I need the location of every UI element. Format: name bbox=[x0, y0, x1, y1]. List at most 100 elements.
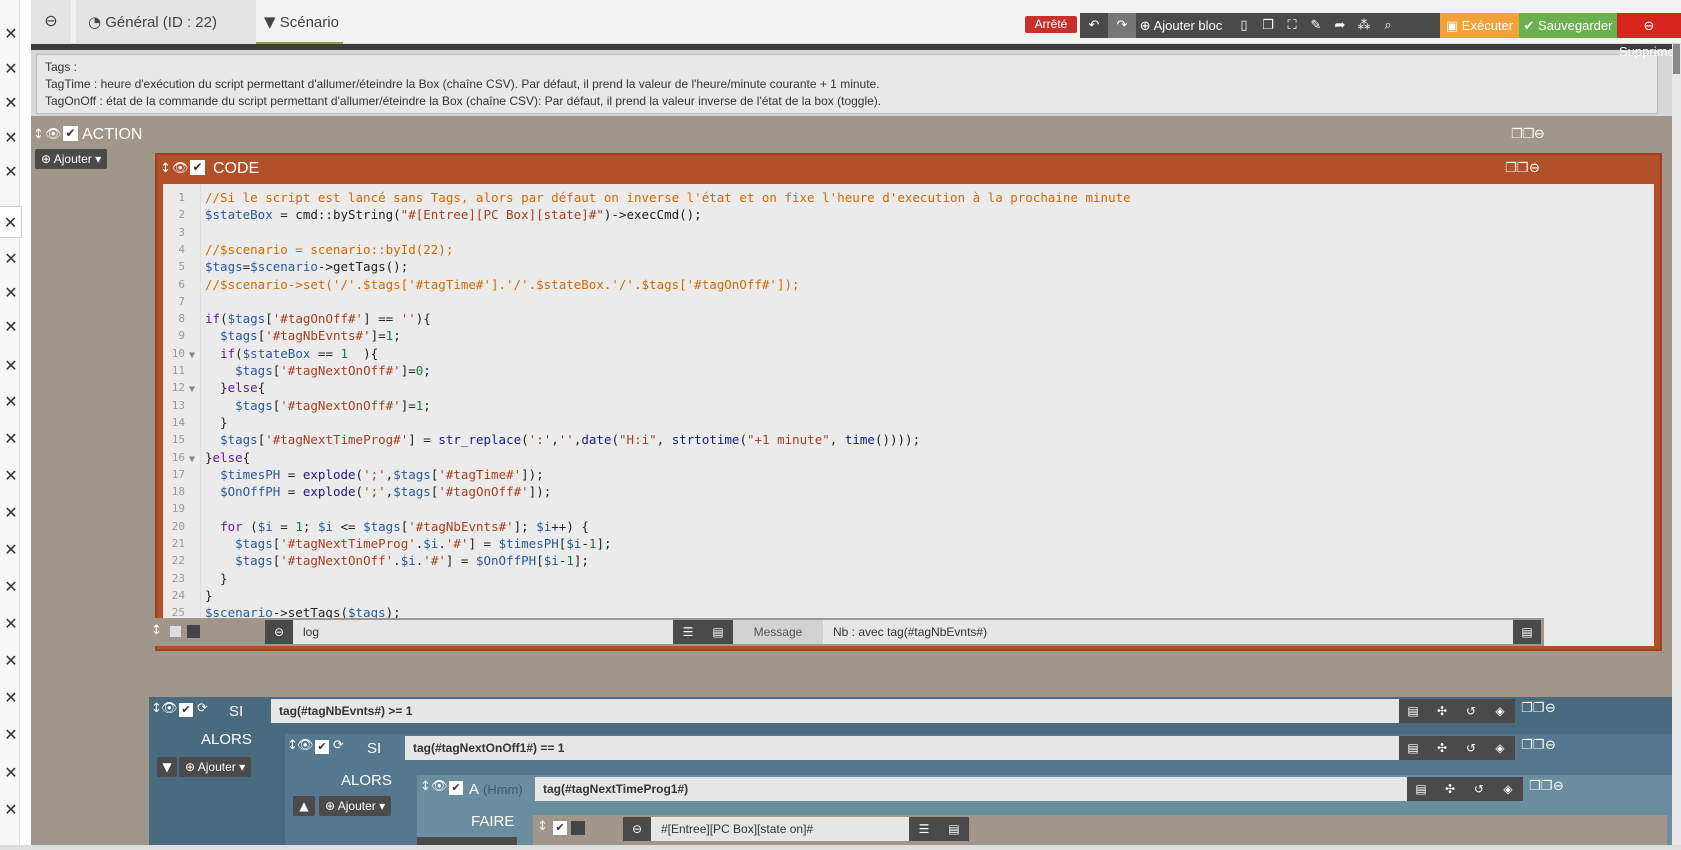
close-icon[interactable]: ✕ bbox=[2, 726, 20, 744]
remove-icon[interactable]: ⊖ bbox=[1545, 738, 1556, 753]
expand-icon[interactable]: ⛶ bbox=[1280, 13, 1304, 38]
drag-handle-icon[interactable]: ↕ bbox=[160, 155, 171, 183]
drag-handle-icon[interactable]: ↕ bbox=[33, 121, 44, 149]
command-input[interactable]: #[Entree][PC Box][state on]# bbox=[651, 817, 909, 841]
delete-button[interactable]: ⊖ Supprimer bbox=[1617, 13, 1681, 59]
close-icon[interactable]: ✕ bbox=[2, 94, 20, 112]
fold-arrow-icon[interactable]: ▼ bbox=[189, 381, 199, 399]
comment-textarea[interactable]: Tags : TagTime : heure d'exécution du sc… bbox=[36, 54, 1658, 114]
condition-input[interactable]: tag(#tagNbEvnts#) >= 1 bbox=[271, 699, 1399, 723]
list-icon[interactable]: ▤ bbox=[1513, 620, 1541, 644]
copy-icon[interactable]: ❐ bbox=[1256, 13, 1280, 38]
drag-handle-icon[interactable]: ↕ bbox=[151, 623, 162, 638]
tab-scenario[interactable]: ▼ Scénario bbox=[256, 0, 343, 44]
remove-icon[interactable]: ⊖ bbox=[1553, 779, 1564, 794]
cube-icon[interactable]: ◈ bbox=[1494, 777, 1522, 801]
checkbox-icon[interactable] bbox=[169, 625, 182, 638]
back-button[interactable]: ⊖ bbox=[31, 0, 71, 44]
fold-arrow-icon[interactable]: ▼ bbox=[189, 347, 199, 365]
eye-icon[interactable]: 👁 bbox=[431, 779, 448, 794]
refresh-icon[interactable]: ⟳ bbox=[197, 701, 208, 716]
close-icon[interactable]: ✕ bbox=[2, 541, 20, 559]
close-icon[interactable]: ✕ bbox=[2, 60, 20, 78]
copy-icon[interactable]: ❐❐ bbox=[1521, 738, 1544, 753]
cubes-icon[interactable]: ⁂ bbox=[1352, 13, 1376, 38]
close-icon[interactable]: ✕ bbox=[2, 801, 20, 819]
file-icon[interactable]: ▯ bbox=[1232, 13, 1256, 38]
checkbox-icon[interactable]: ✔ bbox=[63, 126, 78, 141]
eye-icon[interactable]: 👁 bbox=[172, 155, 189, 183]
close-icon[interactable]: ✕ bbox=[2, 615, 20, 633]
remove-icon[interactable]: ⊖ bbox=[1529, 155, 1540, 183]
copy-icon[interactable]: ❐❐ bbox=[1505, 155, 1528, 183]
close-icon[interactable]: ✕ bbox=[2, 393, 20, 411]
remove-action-button[interactable]: ⊖ bbox=[265, 620, 293, 644]
checkbox-icon[interactable] bbox=[187, 625, 200, 638]
close-icon[interactable]: ✕ bbox=[2, 689, 20, 707]
checkbox-icon[interactable]: ✔ bbox=[190, 160, 205, 175]
close-icon[interactable]: ✕ bbox=[2, 430, 20, 448]
search-icon[interactable]: ⌕ bbox=[1376, 13, 1400, 38]
list-icon[interactable]: ▤ bbox=[703, 620, 733, 644]
scrollbar[interactable] bbox=[1672, 44, 1681, 850]
close-icon[interactable]: ✕ bbox=[2, 578, 20, 596]
cube-icon[interactable]: ◈ bbox=[1486, 736, 1514, 760]
drag-handle-icon[interactable]: ↕ bbox=[537, 819, 548, 834]
close-icon[interactable]: ✕ bbox=[2, 357, 20, 375]
history-icon[interactable]: ↺ bbox=[1465, 777, 1493, 801]
collapse-button[interactable]: ▼ bbox=[157, 757, 177, 777]
tab-general[interactable]: ◔ Général (ID : 22) bbox=[76, 0, 256, 44]
share-icon[interactable]: ➦ bbox=[1328, 13, 1352, 38]
close-icon[interactable]: ✕ bbox=[2, 318, 20, 336]
history-icon[interactable]: ↺ bbox=[1457, 736, 1485, 760]
add-block-button[interactable]: ⊕ Ajouter bloc bbox=[1136, 13, 1226, 38]
refresh-icon[interactable]: ⟳ bbox=[333, 738, 344, 753]
expand-button[interactable]: ▲ bbox=[293, 796, 315, 816]
code-editor[interactable]: 1 2 3 4 5 6 7 8 9 10 ▼ 11 12 ▼ 13 14 15 16 ▼ 17 18 19 20 21 22 23… bbox=[163, 184, 1654, 646]
message-input[interactable]: Nb : avec tag(#tagNbEvnts#) bbox=[823, 620, 1513, 644]
eye-icon[interactable]: 👁 bbox=[161, 701, 178, 716]
copy-icon[interactable]: ❐❐ bbox=[1511, 121, 1534, 149]
condition-input[interactable]: tag(#tagNextOnOff1#) == 1 bbox=[405, 736, 1399, 760]
close-icon[interactable]: ✕ bbox=[2, 504, 20, 522]
close-icon-selected[interactable]: ✕ bbox=[0, 206, 22, 238]
drag-handle-icon[interactable]: ↕ bbox=[420, 779, 431, 794]
puzzle-icon[interactable]: ✣ bbox=[1428, 736, 1456, 760]
cube-icon[interactable]: ◈ bbox=[1486, 699, 1514, 723]
add-action-button[interactable]: ⊕ Ajouter ▾ bbox=[35, 149, 108, 169]
close-icon[interactable]: ✕ bbox=[2, 25, 20, 43]
scroll-thumb[interactable] bbox=[1673, 44, 1680, 74]
list-icon[interactable]: ▤ bbox=[939, 817, 969, 841]
add-action-button[interactable]: ⊕ Ajouter ▾ bbox=[179, 757, 252, 777]
copy-icon[interactable]: ❐❐ bbox=[1529, 779, 1552, 794]
close-icon[interactable]: ✕ bbox=[2, 129, 20, 147]
close-icon[interactable]: ✕ bbox=[2, 250, 20, 268]
close-icon[interactable]: ✕ bbox=[2, 467, 20, 485]
list-check-icon[interactable]: ☰ bbox=[673, 620, 703, 644]
copy-icon[interactable]: ❐❐ bbox=[1521, 701, 1544, 716]
close-icon[interactable]: ✕ bbox=[2, 284, 20, 302]
save-button[interactable]: ✔ Sauvegarder bbox=[1519, 13, 1617, 38]
close-icon[interactable]: ✕ bbox=[2, 764, 20, 782]
redo-button[interactable]: ↷ bbox=[1108, 13, 1136, 38]
fold-arrow-icon[interactable]: ▼ bbox=[189, 451, 199, 469]
list-check-icon[interactable]: ☰ bbox=[909, 817, 939, 841]
edit-icon[interactable]: ✎ bbox=[1304, 13, 1328, 38]
eye-icon[interactable]: 👁 bbox=[297, 738, 314, 753]
list-icon[interactable]: ▤ bbox=[1399, 699, 1427, 723]
puzzle-icon[interactable]: ✣ bbox=[1436, 777, 1464, 801]
history-icon[interactable]: ↺ bbox=[1457, 699, 1485, 723]
checkbox-icon[interactable]: ✔ bbox=[449, 781, 463, 795]
eye-icon[interactable]: 👁 bbox=[45, 121, 62, 149]
time-input[interactable]: tag(#tagNextTimeProg1#) bbox=[535, 777, 1407, 801]
undo-button[interactable]: ↶ bbox=[1080, 13, 1108, 38]
checkbox-icon[interactable] bbox=[571, 821, 585, 835]
remove-icon[interactable]: ⊖ bbox=[1534, 121, 1545, 149]
close-icon[interactable]: ✕ bbox=[2, 652, 20, 670]
remove-action-button[interactable]: ⊖ bbox=[623, 817, 651, 841]
command-input[interactable]: log bbox=[293, 620, 673, 644]
remove-icon[interactable]: ⊖ bbox=[1545, 701, 1556, 716]
checkbox-icon[interactable]: ✔ bbox=[553, 821, 567, 835]
list-icon[interactable]: ▤ bbox=[1399, 736, 1427, 760]
close-icon[interactable]: ✕ bbox=[2, 163, 20, 181]
